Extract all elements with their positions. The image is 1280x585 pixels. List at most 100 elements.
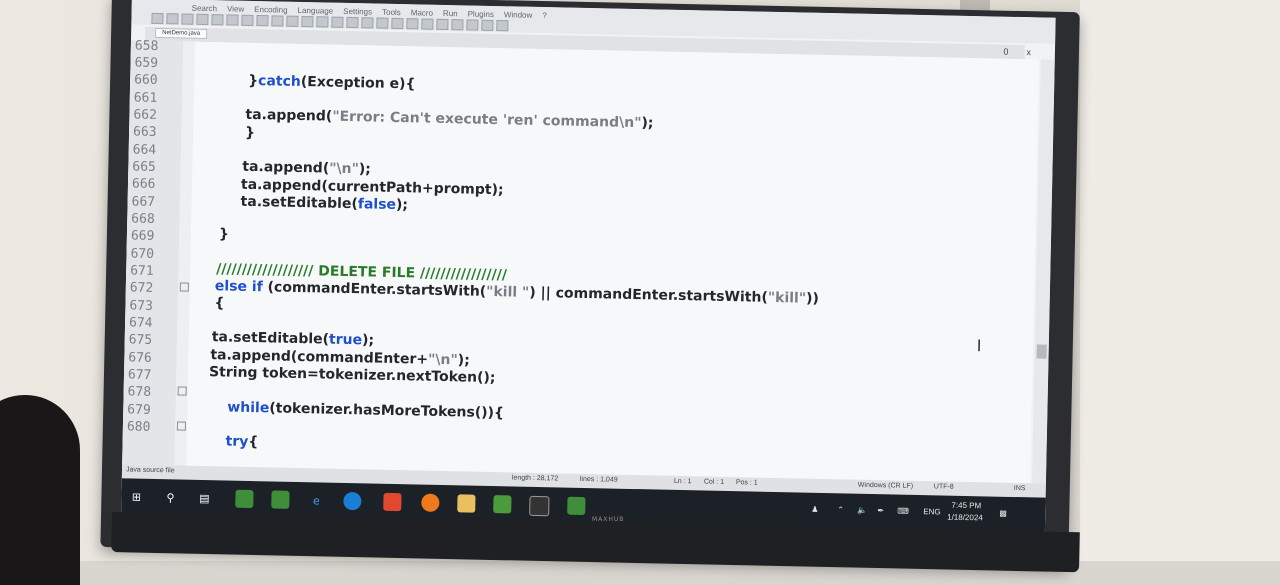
notepad-plus-plus-icon[interactable] xyxy=(271,490,290,509)
macro-stop-icon[interactable] xyxy=(451,19,464,31)
line-number: 668 xyxy=(131,211,155,227)
code-string: "kill " xyxy=(485,283,530,301)
fold-toggle-icon[interactable] xyxy=(177,386,187,396)
code-line-667: ta.setEditable(false); xyxy=(240,194,408,214)
replace-icon[interactable] xyxy=(331,16,344,28)
paste-icon[interactable] xyxy=(271,15,284,27)
brave-icon[interactable] xyxy=(383,492,402,512)
line-number: 659 xyxy=(134,55,159,71)
code-editor[interactable]: 658 659 660 661 662 663 664 665 666 667 … xyxy=(122,38,1039,484)
copy-icon[interactable] xyxy=(256,15,269,27)
menu-tools[interactable]: Tools xyxy=(382,8,401,17)
zoom-out-icon[interactable] xyxy=(361,17,374,29)
code-string: "\n" xyxy=(427,351,458,369)
code-token: ta.setEditable( xyxy=(211,329,330,348)
menu-plugins[interactable]: Plugins xyxy=(468,9,494,19)
new-file-icon[interactable] xyxy=(151,12,164,25)
macro-save-icon[interactable] xyxy=(496,20,509,32)
clock-date[interactable]: 1/18/2024 xyxy=(947,513,983,523)
search-icon[interactable]: ⚲ xyxy=(161,488,179,506)
open-file-icon[interactable] xyxy=(166,13,179,25)
edge-icon[interactable] xyxy=(343,491,362,511)
restore-button[interactable]: 0 xyxy=(1003,47,1008,57)
menu-help[interactable]: ? xyxy=(542,11,547,20)
menu-settings[interactable]: Settings xyxy=(343,7,372,17)
tab-label: NetDemo.java xyxy=(162,30,201,37)
code-token: ta.append( xyxy=(245,106,333,125)
code-line-679: while(tokenizer.hasMoreTokens()){ xyxy=(227,400,504,422)
close-icon[interactable] xyxy=(211,14,224,26)
code-token: )) xyxy=(805,290,820,307)
line-number: 678 xyxy=(127,384,152,400)
menu-language[interactable]: Language xyxy=(297,6,333,16)
code-string: "Error: Can't execute 'ren' command\n" xyxy=(332,108,642,132)
tv-brand-logo: MAXHUB xyxy=(592,516,625,523)
menu-view[interactable]: View xyxy=(227,4,244,13)
tab-netdemo-java[interactable]: NetDemo.java xyxy=(155,27,208,40)
notification-icon[interactable]: ▩ xyxy=(999,509,1007,518)
text-cursor-icon: I xyxy=(976,336,982,356)
indent-guide-icon[interactable] xyxy=(421,18,434,30)
people-icon[interactable]: ♟ xyxy=(811,505,818,514)
sync-scroll-icon[interactable] xyxy=(376,17,389,29)
show-all-chars-icon[interactable] xyxy=(406,18,419,30)
code-line-672: else if (commandEnter.startsWith("kill "… xyxy=(215,278,819,307)
print-icon[interactable] xyxy=(226,14,239,26)
save-all-icon[interactable] xyxy=(196,13,209,26)
word-wrap-icon[interactable] xyxy=(391,17,404,30)
code-keyword: false xyxy=(357,196,397,213)
code-line-663: } xyxy=(244,124,256,142)
close-button[interactable]: x xyxy=(1026,47,1031,57)
zoom-in-icon[interactable] xyxy=(346,16,359,29)
menu-encoding[interactable]: Encoding xyxy=(254,5,288,15)
code-token: ta.append( xyxy=(242,158,330,177)
menu-macro[interactable]: Macro xyxy=(411,8,433,17)
code-line-665: ta.append("\n"); xyxy=(242,159,371,178)
line-number: 661 xyxy=(133,90,158,106)
code-token: ); xyxy=(358,161,372,178)
menu-window[interactable]: Window xyxy=(504,10,533,20)
code-token: } xyxy=(248,72,259,90)
notepad-plus-plus-active-icon[interactable] xyxy=(493,495,512,514)
internet-explorer-icon[interactable]: e xyxy=(307,491,325,509)
code-keyword: try xyxy=(225,433,249,450)
redo-icon[interactable] xyxy=(301,15,314,28)
line-number: 680 xyxy=(126,419,151,435)
notepad-plus-plus-icon[interactable] xyxy=(567,496,586,516)
clock-time[interactable]: 7:45 PM xyxy=(951,501,981,511)
notepad-plus-plus-icon[interactable] xyxy=(235,489,254,509)
task-view-icon[interactable]: ▤ xyxy=(195,489,213,507)
macro-record-icon[interactable] xyxy=(436,18,449,31)
code-token: ); xyxy=(395,196,409,214)
save-icon[interactable] xyxy=(181,13,194,25)
code-line-669: } xyxy=(218,226,230,243)
code-line-673: { xyxy=(214,295,225,312)
windows-start-icon[interactable]: ⊞ xyxy=(127,487,145,505)
chevron-up-icon[interactable]: ⌃ xyxy=(837,505,844,514)
code-keyword: else if xyxy=(214,278,263,296)
terminal-icon[interactable] xyxy=(529,495,550,517)
status-length: length : 28,172 xyxy=(511,474,559,483)
volume-icon[interactable]: 🔈 xyxy=(857,506,867,515)
status-ln: Ln : 1 xyxy=(673,477,692,486)
macro-run-multiple-icon[interactable] xyxy=(481,19,494,31)
pen-icon[interactable]: ✒ xyxy=(877,506,884,515)
cut-icon[interactable] xyxy=(241,14,254,26)
tv-display: Search View Encoding Language Settings T… xyxy=(100,0,1080,568)
fold-toggle-icon[interactable] xyxy=(179,282,189,292)
fold-toggle-icon[interactable] xyxy=(176,421,187,431)
file-explorer-icon[interactable] xyxy=(457,494,476,513)
status-encoding: UTF-8 xyxy=(933,483,954,491)
macro-play-icon[interactable] xyxy=(466,19,479,31)
keyboard-icon[interactable]: ⌨ xyxy=(897,507,909,516)
screen: Search View Encoding Language Settings T… xyxy=(121,0,1056,536)
firefox-icon[interactable] xyxy=(421,493,440,512)
code-token: (commandEnter.startsWith( xyxy=(262,279,487,300)
language-indicator[interactable]: ENG xyxy=(923,507,941,516)
undo-icon[interactable] xyxy=(286,15,299,27)
menu-run[interactable]: Run xyxy=(443,9,458,18)
menu-search[interactable]: Search xyxy=(192,4,218,14)
line-number: 664 xyxy=(132,142,157,158)
scrollbar-thumb[interactable] xyxy=(1036,344,1047,359)
find-icon[interactable] xyxy=(316,16,329,28)
